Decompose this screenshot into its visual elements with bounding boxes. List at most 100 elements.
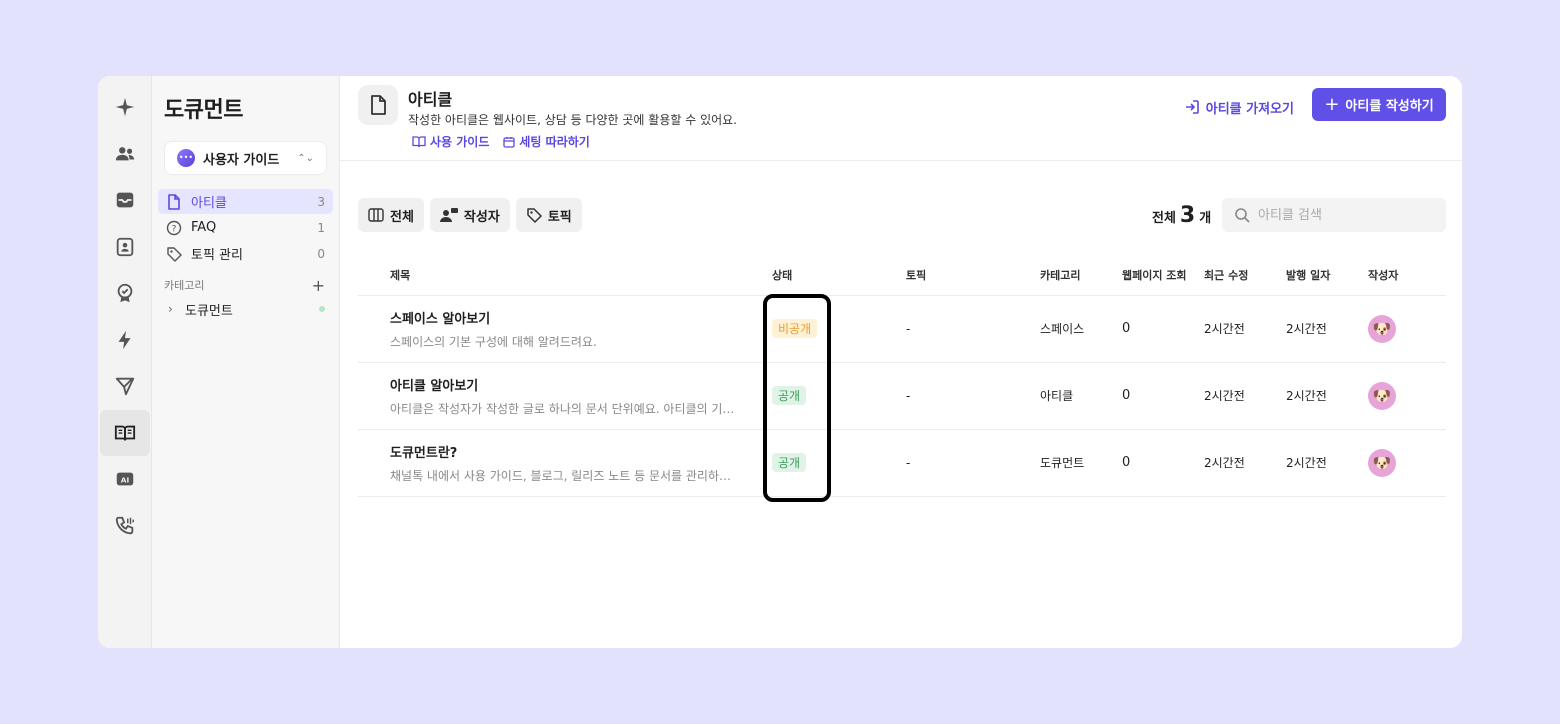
search-input[interactable] bbox=[1258, 207, 1428, 223]
cell-status: 공개 bbox=[772, 362, 906, 430]
setting-guide-link-label: 세팅 따라하기 bbox=[519, 135, 590, 149]
contact-card-icon bbox=[116, 237, 133, 256]
user-guide-link[interactable]: 사용 가이드 bbox=[412, 133, 489, 150]
page-document-icon bbox=[358, 85, 398, 125]
rail-sparkle[interactable] bbox=[100, 84, 150, 130]
filter-bar: 전체 작성자 토픽 bbox=[358, 198, 582, 232]
nav-item-articles[interactable]: 아티클 3 bbox=[158, 189, 333, 214]
category-item-documents[interactable]: › 도큐먼트 bbox=[158, 296, 333, 322]
filter-topic-button[interactable]: 토픽 bbox=[515, 198, 582, 232]
nav-item-count: 0 bbox=[317, 246, 325, 261]
ai-icon: AI bbox=[116, 472, 133, 486]
document-icon bbox=[166, 193, 182, 210]
total-number: 3 bbox=[1179, 203, 1196, 228]
nav-item-count: 3 bbox=[317, 194, 325, 209]
space-select-label: 사용자 가이드 bbox=[203, 152, 280, 168]
nav-item-label: 토픽 관리 bbox=[191, 248, 243, 263]
tag-icon bbox=[166, 246, 182, 262]
header-links: 사용 가이드 세팅 따라하기 bbox=[412, 133, 590, 150]
rail-call[interactable] bbox=[100, 503, 150, 549]
rail-badge[interactable] bbox=[100, 270, 150, 316]
question-circle-icon: ? bbox=[166, 220, 182, 236]
phone-icon bbox=[115, 516, 134, 534]
article-title[interactable]: 도큐먼트란? bbox=[390, 442, 772, 461]
add-category-icon[interactable]: + bbox=[312, 276, 325, 295]
header-author[interactable]: 작성자 bbox=[1368, 256, 1446, 296]
rail-ai[interactable]: AI bbox=[100, 456, 150, 502]
import-article-button[interactable]: 아티클 가져오기 bbox=[1184, 94, 1294, 120]
category-header-label: 카테고리 bbox=[164, 279, 205, 292]
status-dot bbox=[319, 306, 325, 312]
nav-item-count: 1 bbox=[317, 220, 325, 235]
rail-users[interactable] bbox=[100, 131, 150, 177]
setting-guide-link[interactable]: 세팅 따라하기 bbox=[503, 133, 590, 150]
filter-topic-label: 토픽 bbox=[547, 209, 572, 225]
space-select[interactable]: ••• 사용자 가이드 ⌃⌄ bbox=[164, 141, 327, 175]
total-count: 전체 3 개 bbox=[1152, 203, 1211, 228]
rail-inbox[interactable] bbox=[100, 177, 150, 223]
icon-rail: AI bbox=[98, 76, 152, 648]
page-header: 아티클 작성한 아티클은 웹사이트, 상담 등 다양한 곳에 활용할 수 있어요… bbox=[340, 76, 1462, 161]
write-article-button[interactable]: + 아티클 작성하기 bbox=[1312, 88, 1446, 121]
sparkle-icon bbox=[115, 97, 134, 117]
avatar[interactable]: 🐶 bbox=[1368, 381, 1396, 410]
search-icon bbox=[1235, 208, 1250, 223]
cell-views: 0 bbox=[1122, 295, 1204, 363]
article-title[interactable]: 아티클 알아보기 bbox=[390, 375, 772, 394]
header-status[interactable]: 상태 bbox=[772, 256, 906, 296]
filter-author-button[interactable]: 작성자 bbox=[429, 198, 510, 232]
plus-icon: + bbox=[1324, 93, 1340, 115]
person-icon bbox=[439, 208, 458, 222]
article-description: 아티클은 작성자가 작성한 글로 하나의 문서 단위예요. 아티클의 기… bbox=[390, 401, 735, 416]
import-article-button-label: 아티클 가져오기 bbox=[1205, 101, 1294, 117]
filter-all-button[interactable]: 전체 bbox=[358, 198, 424, 232]
header-modified[interactable]: 최근 수정 bbox=[1204, 256, 1286, 296]
header-category[interactable]: 카테고리 bbox=[1040, 256, 1122, 296]
rail-automation[interactable] bbox=[100, 317, 150, 363]
tag-icon bbox=[527, 208, 542, 223]
header-published[interactable]: 발행 일자 bbox=[1286, 256, 1368, 296]
cell-published: 2시간전 bbox=[1286, 429, 1368, 497]
columns-icon bbox=[368, 208, 384, 222]
avatar[interactable]: 🐶 bbox=[1368, 314, 1396, 343]
chevron-right-icon: › bbox=[168, 302, 173, 316]
cell-modified: 2시간전 bbox=[1204, 362, 1286, 430]
header-topic[interactable]: 토픽 bbox=[906, 256, 1040, 296]
category-item-label: 도큐먼트 bbox=[185, 303, 233, 319]
rail-contacts[interactable] bbox=[100, 224, 150, 270]
book-icon bbox=[412, 135, 426, 147]
cell-author: 🐶 bbox=[1368, 295, 1446, 363]
filter-all-label: 전체 bbox=[390, 209, 414, 225]
cell-modified: 2시간전 bbox=[1204, 429, 1286, 497]
chevron-updown-icon: ⌃⌄ bbox=[297, 152, 314, 164]
main-content: 아티클 작성한 아티클은 웹사이트, 상담 등 다양한 곳에 활용할 수 있어요… bbox=[340, 76, 1462, 648]
svg-text:AI: AI bbox=[120, 476, 129, 485]
cell-status: 공개 bbox=[772, 429, 906, 497]
article-title[interactable]: 스페이스 알아보기 bbox=[390, 308, 772, 327]
avatar[interactable]: 🐶 bbox=[1368, 448, 1396, 477]
nav-item-label: FAQ bbox=[191, 220, 217, 235]
nav-item-topics[interactable]: 토픽 관리 0 bbox=[158, 241, 333, 266]
table-row[interactable]: 아티클 알아보기 아티클은 작성자가 작성한 글로 하나의 문서 단위예요. 아… bbox=[358, 362, 1446, 430]
category-header: 카테고리 + bbox=[158, 276, 333, 295]
table-row[interactable]: 스페이스 알아보기 스페이스의 기본 구성에 대해 알려드려요. 비공개 - 스… bbox=[358, 295, 1446, 363]
header-title[interactable]: 제목 bbox=[358, 256, 772, 296]
status-badge: 비공개 bbox=[772, 319, 818, 338]
cell-views: 0 bbox=[1122, 429, 1204, 497]
cell-category: 스페이스 bbox=[1040, 295, 1122, 363]
nav-item-faq[interactable]: ? FAQ 1 bbox=[158, 215, 333, 240]
nav-list: 아티클 3 ? FAQ 1 토픽 관리 0 bbox=[158, 189, 333, 266]
rail-campaign[interactable] bbox=[100, 363, 150, 409]
badge-check-icon bbox=[117, 283, 132, 303]
cell-author: 🐶 bbox=[1368, 362, 1446, 430]
table-row[interactable]: 도큐먼트란? 채널톡 내에서 사용 가이드, 블로그, 릴리즈 노트 등 문서를… bbox=[358, 429, 1446, 497]
table-header-row: 제목 상태 토픽 카테고리 웹페이지 조회 최근 수정 발행 일자 작성자 bbox=[358, 256, 1446, 296]
header-views[interactable]: 웹페이지 조회 bbox=[1122, 256, 1204, 296]
cell-title: 도큐먼트란? 채널톡 내에서 사용 가이드, 블로그, 릴리즈 노트 등 문서를… bbox=[358, 429, 772, 497]
cell-topic: - bbox=[906, 362, 1040, 430]
app-window: AI 도큐먼트 ••• 사용자 가이드 ⌃⌄ 아티클 3 ? FAQ 1 토픽 … bbox=[98, 76, 1462, 648]
cell-topic: - bbox=[906, 429, 1040, 497]
import-icon bbox=[1185, 100, 1199, 114]
rail-documents[interactable] bbox=[99, 409, 150, 456]
cell-status: 비공개 bbox=[772, 295, 906, 363]
